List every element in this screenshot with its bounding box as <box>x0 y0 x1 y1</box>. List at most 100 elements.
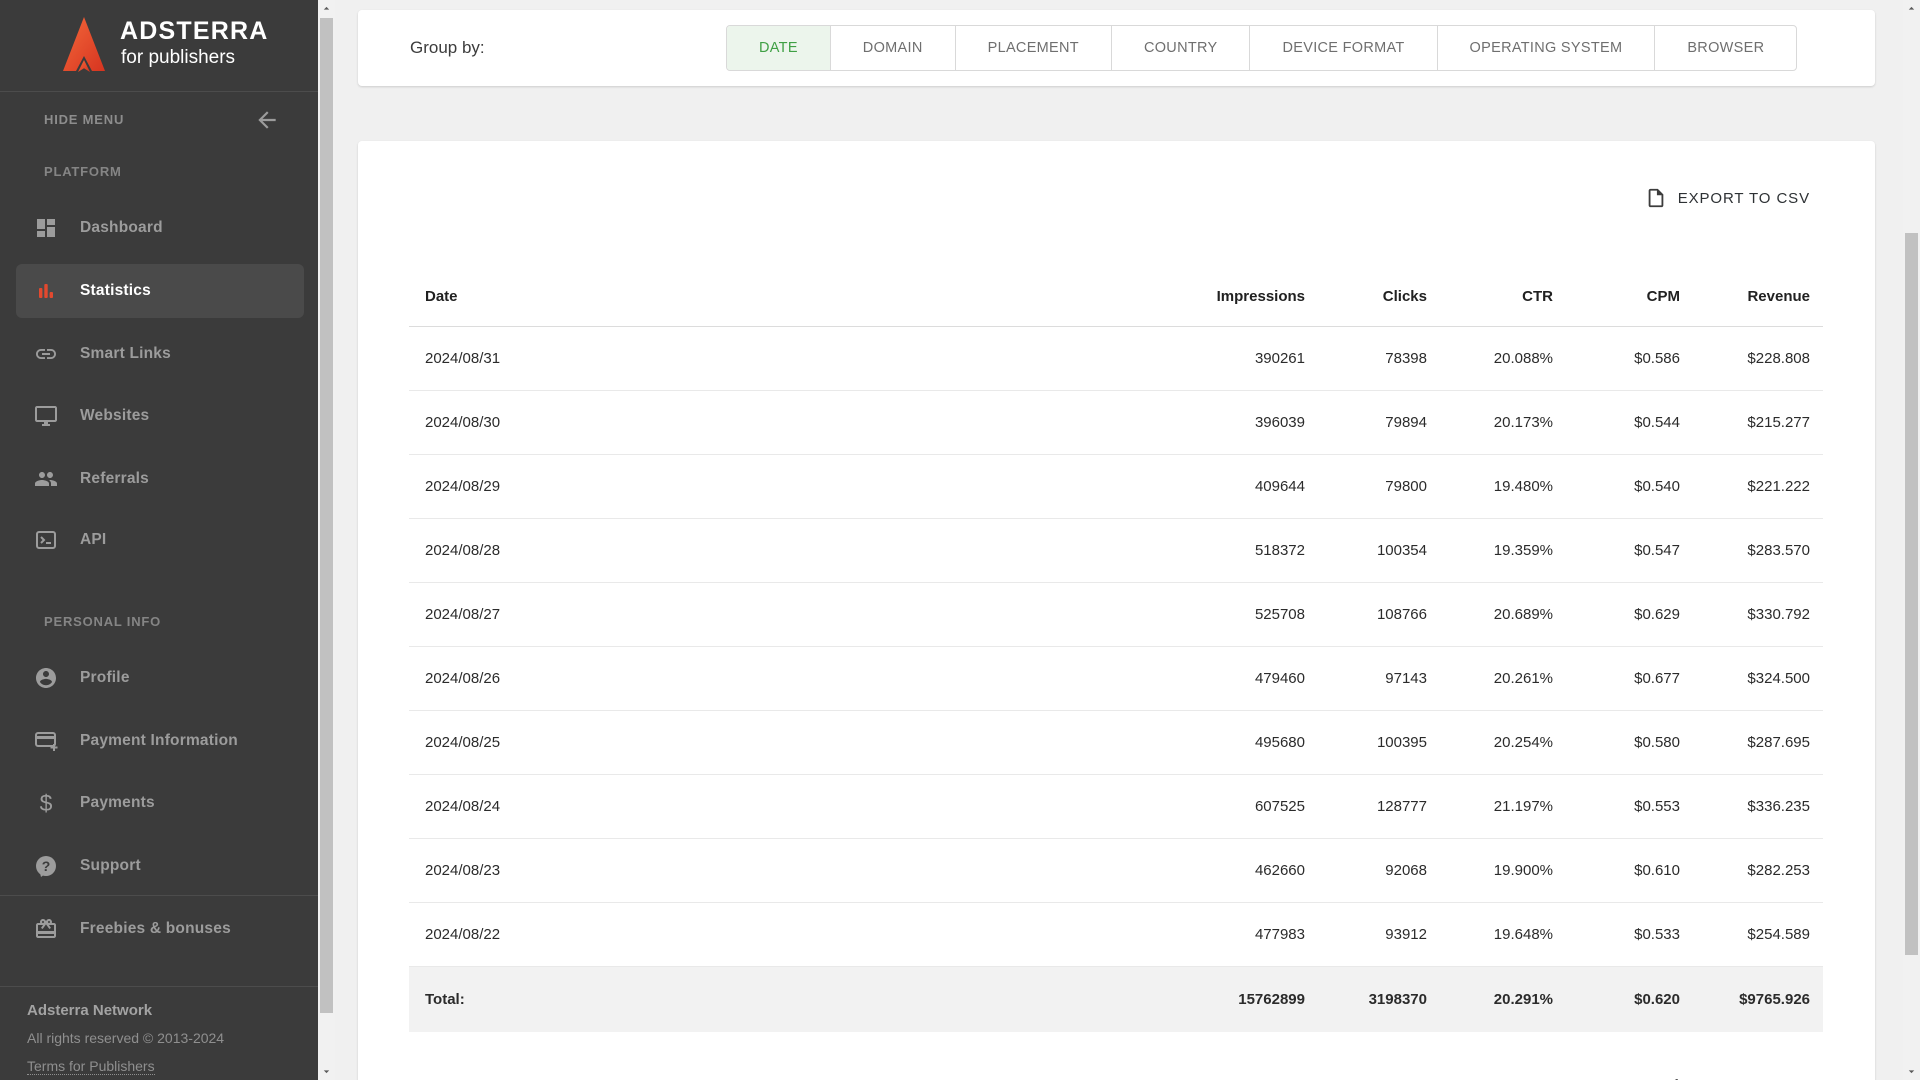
tab-country[interactable]: COUNTRY <box>1110 26 1250 70</box>
sidebar-item-label: Statistics <box>80 282 151 299</box>
table-row: 2024/08/28 518372 100354 19.359% $0.547 … <box>409 518 1823 583</box>
chevron-left-icon <box>1737 1075 1759 1080</box>
table-row: 2024/08/22 477983 93912 19.648% $0.533 $… <box>409 902 1823 967</box>
sidebar-item-label: Referrals <box>80 470 150 487</box>
cell-revenue: $215.277 <box>1680 390 1823 455</box>
cell-revenue: $282.253 <box>1680 838 1823 903</box>
tab-operating-system[interactable]: OPERATING SYSTEM <box>1436 26 1655 70</box>
column-header-revenue: Revenue <box>1680 267 1823 327</box>
pagination-bar: Rows per page: 10 1–10 of 31 <box>1421 1056 1810 1080</box>
table-row: 2024/08/31 390261 78398 20.088% $0.586 $… <box>409 326 1823 391</box>
scrollbar-thumb[interactable] <box>320 18 333 1013</box>
section-label-platform: PLATFORM <box>44 164 122 179</box>
sidebar-item-support[interactable]: ? Support <box>16 839 304 893</box>
cell-revenue: $336.235 <box>1680 774 1823 839</box>
sidebar: ADSTERRA for publishers HIDE MENU PLATFO… <box>0 0 318 1080</box>
cell-ctr: 19.359% <box>1427 518 1553 583</box>
cell-impressions: 462660 <box>1183 838 1305 903</box>
cell-clicks: 100354 <box>1305 518 1427 583</box>
tab-date[interactable]: DATE <box>727 26 830 70</box>
cell-cpm: $0.533 <box>1553 902 1680 967</box>
sidebar-item-smart-links[interactable]: Smart Links <box>16 327 304 381</box>
cell-date: 2024/08/26 <box>409 646 1183 711</box>
scroll-down-icon[interactable] <box>1903 1063 1920 1080</box>
cell-clicks: 93912 <box>1305 902 1427 967</box>
next-page-button[interactable] <box>1786 1074 1810 1080</box>
sidebar-item-label: Smart Links <box>80 345 171 362</box>
table-row: 2024/08/30 396039 79894 20.173% $0.544 $… <box>409 390 1823 455</box>
sidebar-item-api[interactable]: API <box>16 513 304 567</box>
sidebar-item-payments[interactable]: $ Payments <box>16 776 304 830</box>
cell-impressions: 607525 <box>1183 774 1305 839</box>
export-to-csv-button[interactable]: EXPORT TO CSV <box>1645 180 1810 216</box>
sidebar-item-websites[interactable]: Websites <box>16 389 304 443</box>
tab-placement[interactable]: PLACEMENT <box>954 26 1111 70</box>
sidebar-item-label: Profile <box>80 669 130 686</box>
cell-ctr: 20.088% <box>1427 326 1553 391</box>
tab-domain[interactable]: DOMAIN <box>829 26 955 70</box>
brand-name: ADSTERRA <box>120 17 269 45</box>
cell-cpm: $0.553 <box>1553 774 1680 839</box>
window-scrollbar[interactable] <box>1903 0 1920 1080</box>
cell-impressions: 479460 <box>1183 646 1305 711</box>
scroll-up-icon[interactable] <box>318 0 335 17</box>
sidebar-item-label: API <box>80 531 107 548</box>
person-circle-icon <box>36 668 56 688</box>
cell-date: 2024/08/25 <box>409 710 1183 775</box>
cell-date: 2024/08/27 <box>409 582 1183 647</box>
cell-date: 2024/08/23 <box>409 838 1183 903</box>
table-total-row: Total: 15762899 3198370 20.291% $0.620 $… <box>409 966 1823 1032</box>
dollar-icon: $ <box>39 790 53 816</box>
sidebar-item-dashboard[interactable]: Dashboard <box>16 201 304 255</box>
previous-page-button[interactable] <box>1736 1074 1760 1080</box>
cell-ctr: 20.254% <box>1427 710 1553 775</box>
cell-revenue: $324.500 <box>1680 646 1823 711</box>
sidebar-scrollbar[interactable] <box>318 0 335 1080</box>
column-header-impressions: Impressions <box>1183 267 1305 327</box>
sidebar-item-label: Freebies & bonuses <box>80 920 231 937</box>
hide-menu-label: HIDE MENU <box>44 112 125 127</box>
table-row: 2024/08/26 479460 97143 20.261% $0.677 $… <box>409 646 1823 711</box>
cell-clicks: 100395 <box>1305 710 1427 775</box>
cell-revenue: $228.808 <box>1680 326 1823 391</box>
cell-clicks: 92068 <box>1305 838 1427 903</box>
cell-clicks: 78398 <box>1305 326 1427 391</box>
total-label: Total: <box>409 966 1183 1032</box>
sidebar-item-label: Payments <box>80 794 155 811</box>
cell-impressions: 396039 <box>1183 390 1305 455</box>
scrollbar-thumb[interactable] <box>1905 233 1918 955</box>
cell-date: 2024/08/30 <box>409 390 1183 455</box>
cell-clicks: 128777 <box>1305 774 1427 839</box>
tab-device-format[interactable]: DEVICE FORMAT <box>1249 26 1436 70</box>
sidebar-item-freebies-bonuses[interactable]: Freebies & bonuses <box>16 902 304 956</box>
export-label: EXPORT TO CSV <box>1677 189 1810 207</box>
sidebar-item-profile[interactable]: Profile <box>16 651 304 705</box>
monitor-icon <box>35 406 57 426</box>
terms-for-publishers-link[interactable]: Terms for Publishers <box>27 1058 155 1075</box>
cell-cpm: $0.540 <box>1553 454 1680 519</box>
cell-impressions: 390261 <box>1183 326 1305 391</box>
link-icon <box>36 349 56 359</box>
cell-date: 2024/08/28 <box>409 518 1183 583</box>
gift-icon <box>36 919 56 938</box>
sidebar-item-label: Payment Information <box>80 732 238 749</box>
sidebar-item-payment-information[interactable]: Payment Information <box>16 714 304 768</box>
cell-cpm: $0.580 <box>1553 710 1680 775</box>
sidebar-item-referrals[interactable]: Referrals <box>16 452 304 506</box>
svg-text:?: ? <box>42 858 51 874</box>
chevron-right-icon <box>1787 1075 1809 1080</box>
cell-revenue: $287.695 <box>1680 710 1823 775</box>
sidebar-item-label: Dashboard <box>80 219 163 236</box>
group-by-tabs: DATE DOMAIN PLACEMENT COUNTRY DEVICE FOR… <box>726 25 1798 71</box>
column-header-clicks: Clicks <box>1305 267 1427 327</box>
tab-browser[interactable]: BROWSER <box>1654 26 1796 70</box>
sidebar-footer-title: Adsterra Network <box>27 1002 153 1019</box>
scroll-down-icon[interactable] <box>318 1063 335 1080</box>
brand-logo[interactable]: ADSTERRA for publishers <box>0 0 318 92</box>
cell-impressions: 409644 <box>1183 454 1305 519</box>
scroll-up-icon[interactable] <box>1903 0 1920 17</box>
table-row: 2024/08/23 462660 92068 19.900% $0.610 $… <box>409 838 1823 903</box>
cell-revenue: $283.570 <box>1680 518 1823 583</box>
hide-menu-button[interactable]: HIDE MENU <box>0 104 318 140</box>
sidebar-item-statistics[interactable]: Statistics <box>16 264 304 318</box>
